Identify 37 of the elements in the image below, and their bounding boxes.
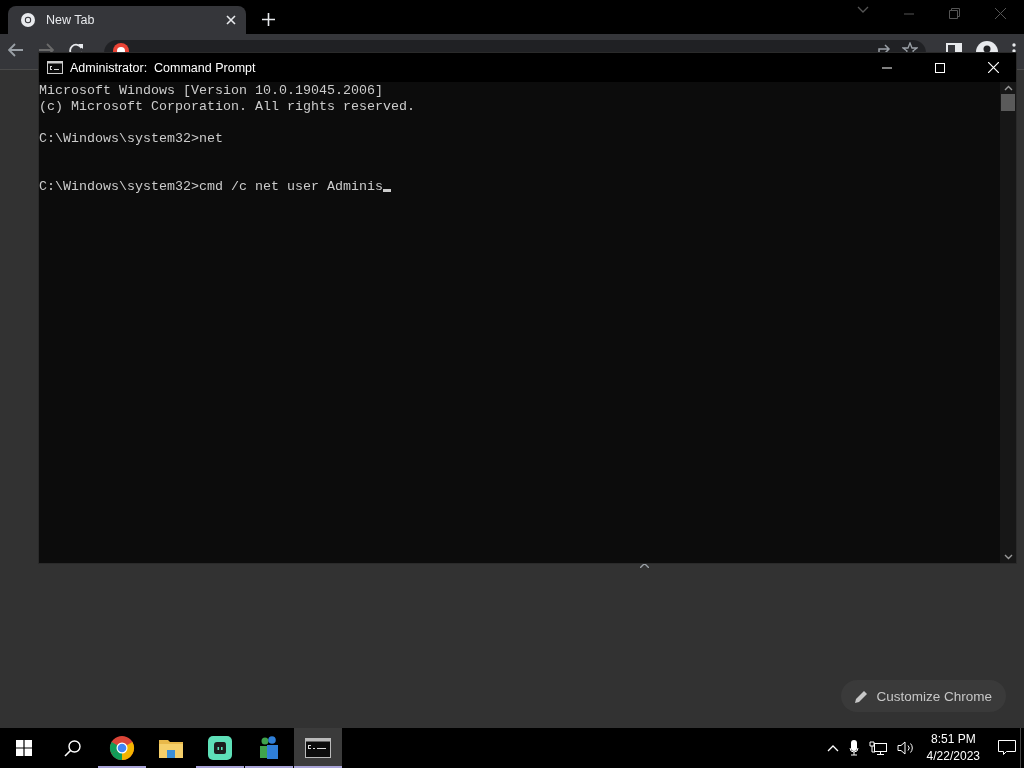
microphone-icon[interactable] [848, 740, 859, 756]
people-icon [258, 736, 280, 760]
chrome-icon [20, 12, 36, 28]
console-output-line: (c) Microsoft Corporation. All rights reserved. [39, 99, 415, 115]
console-command-line: C:\Windows\system32>cmd /c net user Adminis [39, 179, 391, 195]
browser-tab[interactable]: New Tab [8, 6, 246, 34]
star-icon[interactable] [902, 42, 918, 52]
chevron-down-icon[interactable] [1003, 554, 1013, 560]
scrollbar-thumb[interactable] [1001, 94, 1015, 111]
chrome-icon [109, 735, 135, 761]
tab-title: New Tab [46, 13, 96, 27]
command-prompt-icon [47, 61, 63, 74]
chevron-down-icon[interactable] [857, 6, 869, 14]
console-output-line: Microsoft Windows [Version 10.0.19045.2006] [39, 83, 383, 99]
back-arrow-icon[interactable] [8, 43, 24, 57]
clock[interactable]: 8:51 PM 4/22/2023 [926, 731, 980, 765]
windows-logo-icon [16, 740, 32, 756]
customize-chrome-button[interactable]: Customize Chrome [841, 680, 1006, 712]
forward-arrow-icon[interactable] [38, 43, 54, 53]
chevron-up-icon[interactable] [1003, 85, 1013, 91]
new-tab-icon[interactable] [262, 13, 275, 26]
taskbar-app-button[interactable] [294, 728, 342, 768]
scrollbar[interactable] [1000, 82, 1016, 563]
maximize-icon[interactable] [935, 62, 945, 73]
notification-icon[interactable] [998, 740, 1016, 756]
command-prompt-icon [305, 738, 331, 758]
console-command-line: C:\Windows\system32>net [39, 131, 223, 147]
chat-app-icon [208, 736, 232, 760]
pencil-icon [855, 689, 869, 703]
search-icon [63, 739, 81, 757]
folder-icon [159, 738, 183, 758]
menu-icon[interactable] [1012, 43, 1016, 53]
restore-icon[interactable] [949, 8, 960, 19]
network-icon[interactable] [868, 741, 887, 755]
speaker-icon[interactable] [896, 741, 915, 755]
side-panel-icon[interactable] [946, 43, 962, 53]
window-title: Administrator: Command Prompt [70, 60, 257, 75]
